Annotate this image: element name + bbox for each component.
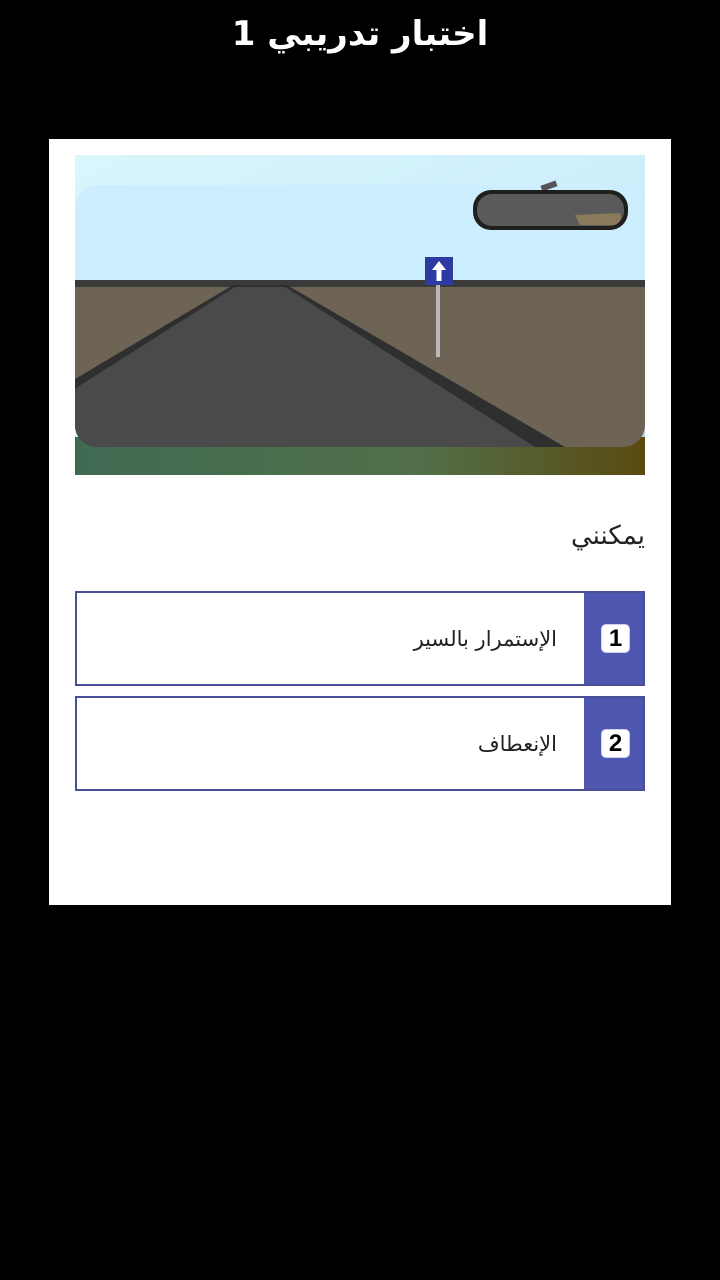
question-text: يمكنني [571, 521, 645, 551]
page-title: اختبار تدريبي 1 [231, 13, 489, 54]
question-card: يمكنني 1 الإستمرار بالسير 2 الإنعطاف [49, 139, 671, 905]
sign-post [436, 283, 440, 357]
horizon-line [75, 280, 645, 287]
answer-number-badge: 2 [601, 729, 630, 758]
answer-number-block: 1 [584, 593, 643, 684]
answer-option-1[interactable]: 1 الإستمرار بالسير [75, 591, 645, 686]
answer-label: الإنعطاف [477, 731, 557, 756]
road-scene-illustration [75, 155, 645, 475]
one-way-sign [425, 257, 453, 285]
answer-option-2[interactable]: 2 الإنعطاف [75, 696, 645, 791]
answer-number-badge: 1 [601, 624, 630, 653]
question-image [75, 155, 645, 475]
answer-list: 1 الإستمرار بالسير 2 الإنعطاف [75, 591, 645, 801]
answer-label: الإستمرار بالسير [413, 626, 557, 651]
answer-number-block: 2 [584, 698, 643, 789]
header-bar: اختبار تدريبي 1 [0, 0, 720, 139]
